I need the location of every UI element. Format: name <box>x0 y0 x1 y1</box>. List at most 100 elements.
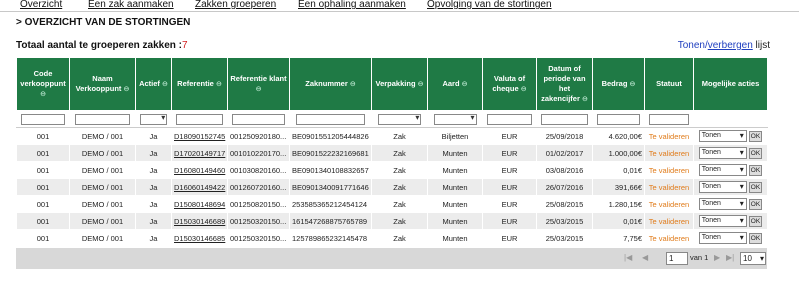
cell-ref[interactable]: D15030146685 <box>171 229 228 247</box>
cell-ref[interactable]: D15030146689 <box>171 212 228 230</box>
action-select[interactable]: Tonen <box>698 181 747 193</box>
column-header[interactable]: Bedrag ⊖ <box>592 57 645 111</box>
cell-ref[interactable]: D15080148694 <box>171 195 228 213</box>
column-header[interactable]: Mogelijke acties <box>693 57 768 111</box>
filter-select[interactable] <box>139 113 168 125</box>
filter-input[interactable] <box>541 113 588 125</box>
filter-cell <box>693 110 768 128</box>
filter-cell <box>227 110 290 128</box>
action-select[interactable]: Tonen <box>698 232 747 244</box>
ok-button[interactable]: OK <box>748 198 763 210</box>
filter-input[interactable] <box>74 113 131 125</box>
sort-icon[interactable]: ⊖ <box>521 86 527 93</box>
filter-input[interactable] <box>295 113 366 125</box>
filter-cell <box>644 110 694 128</box>
sort-icon[interactable]: ⊖ <box>124 86 130 93</box>
table-row: 001 DEMO / 001 Ja D15030146689 001250320150.… <box>16 212 768 230</box>
last-page-button[interactable]: ▶| <box>726 253 734 262</box>
action-select[interactable]: Tonen <box>698 215 747 227</box>
column-header[interactable]: Actief ⊖ <box>135 57 172 111</box>
cell-actief: Ja <box>135 144 172 162</box>
cell-actions: TonenOK <box>693 229 768 247</box>
cell-aard: Munten <box>427 229 483 247</box>
filter-cell <box>427 110 483 128</box>
sort-icon[interactable]: ⊖ <box>256 86 262 93</box>
cell-code: 001 <box>16 212 70 230</box>
filter-input[interactable] <box>176 113 223 125</box>
cell-actief: Ja <box>135 127 172 145</box>
sort-icon[interactable]: ⊖ <box>350 81 356 88</box>
column-header[interactable]: Referentie klant ⊖ <box>227 57 290 111</box>
ok-button[interactable]: OK <box>748 164 763 176</box>
cell-actions: TonenOK <box>693 178 768 196</box>
sort-icon[interactable]: ⊖ <box>40 91 46 98</box>
filter-cell <box>592 110 645 128</box>
cell-statuut: Te valideren <box>644 161 694 179</box>
column-header[interactable]: Referentie ⊖ <box>171 57 228 111</box>
nav-een-zak-aanmaken[interactable]: Een zak aanmaken <box>88 0 174 10</box>
filter-input[interactable] <box>596 113 641 125</box>
cell-aard: Munten <box>427 178 483 196</box>
cell-ref[interactable]: D18090152745 <box>171 127 228 145</box>
next-page-button[interactable]: ▶ <box>714 253 720 262</box>
hide-list-link[interactable]: verbergen <box>708 40 753 51</box>
cell-ref[interactable]: D17020149717 <box>171 144 228 162</box>
nav-een-ophaling-aanmaken[interactable]: Een ophaling aanmaken <box>298 0 406 10</box>
column-header[interactable]: Naam Verkooppunt ⊖ <box>69 57 136 111</box>
show-list-link[interactable]: Tonen <box>678 40 705 51</box>
filter-input[interactable] <box>20 113 66 125</box>
action-select[interactable]: Tonen <box>698 130 747 142</box>
cell-valuta: EUR <box>482 195 537 213</box>
ok-button[interactable]: OK <box>748 181 763 193</box>
cell-statuut: Te valideren <box>644 178 694 196</box>
cell-bedrag: 4.620,00€ <box>592 127 645 145</box>
ok-button[interactable]: OK <box>748 147 763 159</box>
nav-zakken-groeperen[interactable]: Zakken groeperen <box>195 0 276 10</box>
sort-icon[interactable]: ⊖ <box>418 81 424 88</box>
filter-select[interactable] <box>377 113 422 125</box>
column-header[interactable]: Verpakking ⊖ <box>371 57 428 111</box>
filter-input[interactable] <box>232 113 285 125</box>
cell-naam: DEMO / 001 <box>69 127 136 145</box>
filter-cell <box>69 110 136 128</box>
filter-input[interactable] <box>648 113 690 125</box>
ok-button[interactable]: OK <box>748 232 763 244</box>
action-select[interactable]: Tonen <box>698 198 747 210</box>
nav-overzicht[interactable]: Overzicht <box>20 0 62 10</box>
sort-icon[interactable]: ⊖ <box>216 81 222 88</box>
cell-naam: DEMO / 001 <box>69 212 136 230</box>
cell-refklant: 001010220170... <box>227 144 290 162</box>
cell-code: 001 <box>16 144 70 162</box>
sort-icon[interactable]: ⊖ <box>630 81 636 88</box>
sort-icon[interactable]: ⊖ <box>582 96 588 103</box>
toggle-suffix: lijst <box>752 40 770 51</box>
column-header[interactable]: Valuta of cheque ⊖ <box>482 57 537 111</box>
prev-page-button[interactable]: ◀ <box>642 253 648 262</box>
page-number-input[interactable]: 1 <box>666 252 688 265</box>
cell-zaknr: 125789865232145478 <box>289 229 372 247</box>
filter-select[interactable] <box>433 113 477 125</box>
ok-button[interactable]: OK <box>748 215 763 227</box>
page-size-select[interactable]: 10 <box>740 252 766 265</box>
sort-icon[interactable]: ⊖ <box>162 81 168 88</box>
cell-valuta: EUR <box>482 161 537 179</box>
sort-icon[interactable]: ⊖ <box>462 81 468 88</box>
cell-ref[interactable]: D16060149422 <box>171 178 228 196</box>
action-select[interactable]: Tonen <box>698 147 747 159</box>
column-header[interactable]: Datum of periode van het zakencijfer ⊖ <box>536 57 593 111</box>
column-header-label: Statuut <box>656 79 682 88</box>
cell-actief: Ja <box>135 161 172 179</box>
column-header[interactable]: Aard ⊖ <box>427 57 483 111</box>
column-header-label: Aard <box>442 78 460 88</box>
column-header[interactable]: Code verkooppunt ⊖ <box>16 57 70 111</box>
ok-button[interactable]: OK <box>748 130 763 142</box>
first-page-button[interactable]: |◀ <box>624 253 632 262</box>
action-select[interactable]: Tonen <box>698 164 747 176</box>
column-header[interactable]: Statuut <box>644 57 694 111</box>
cell-datum: 25/03/2015 <box>536 229 593 247</box>
cell-ref[interactable]: D16080149460 <box>171 161 228 179</box>
column-header[interactable]: Zaknummer ⊖ <box>289 57 372 111</box>
filter-input[interactable] <box>486 113 533 125</box>
nav-opvolging-stortingen[interactable]: Opvolging van de stortingen <box>427 0 552 10</box>
cell-actief: Ja <box>135 195 172 213</box>
